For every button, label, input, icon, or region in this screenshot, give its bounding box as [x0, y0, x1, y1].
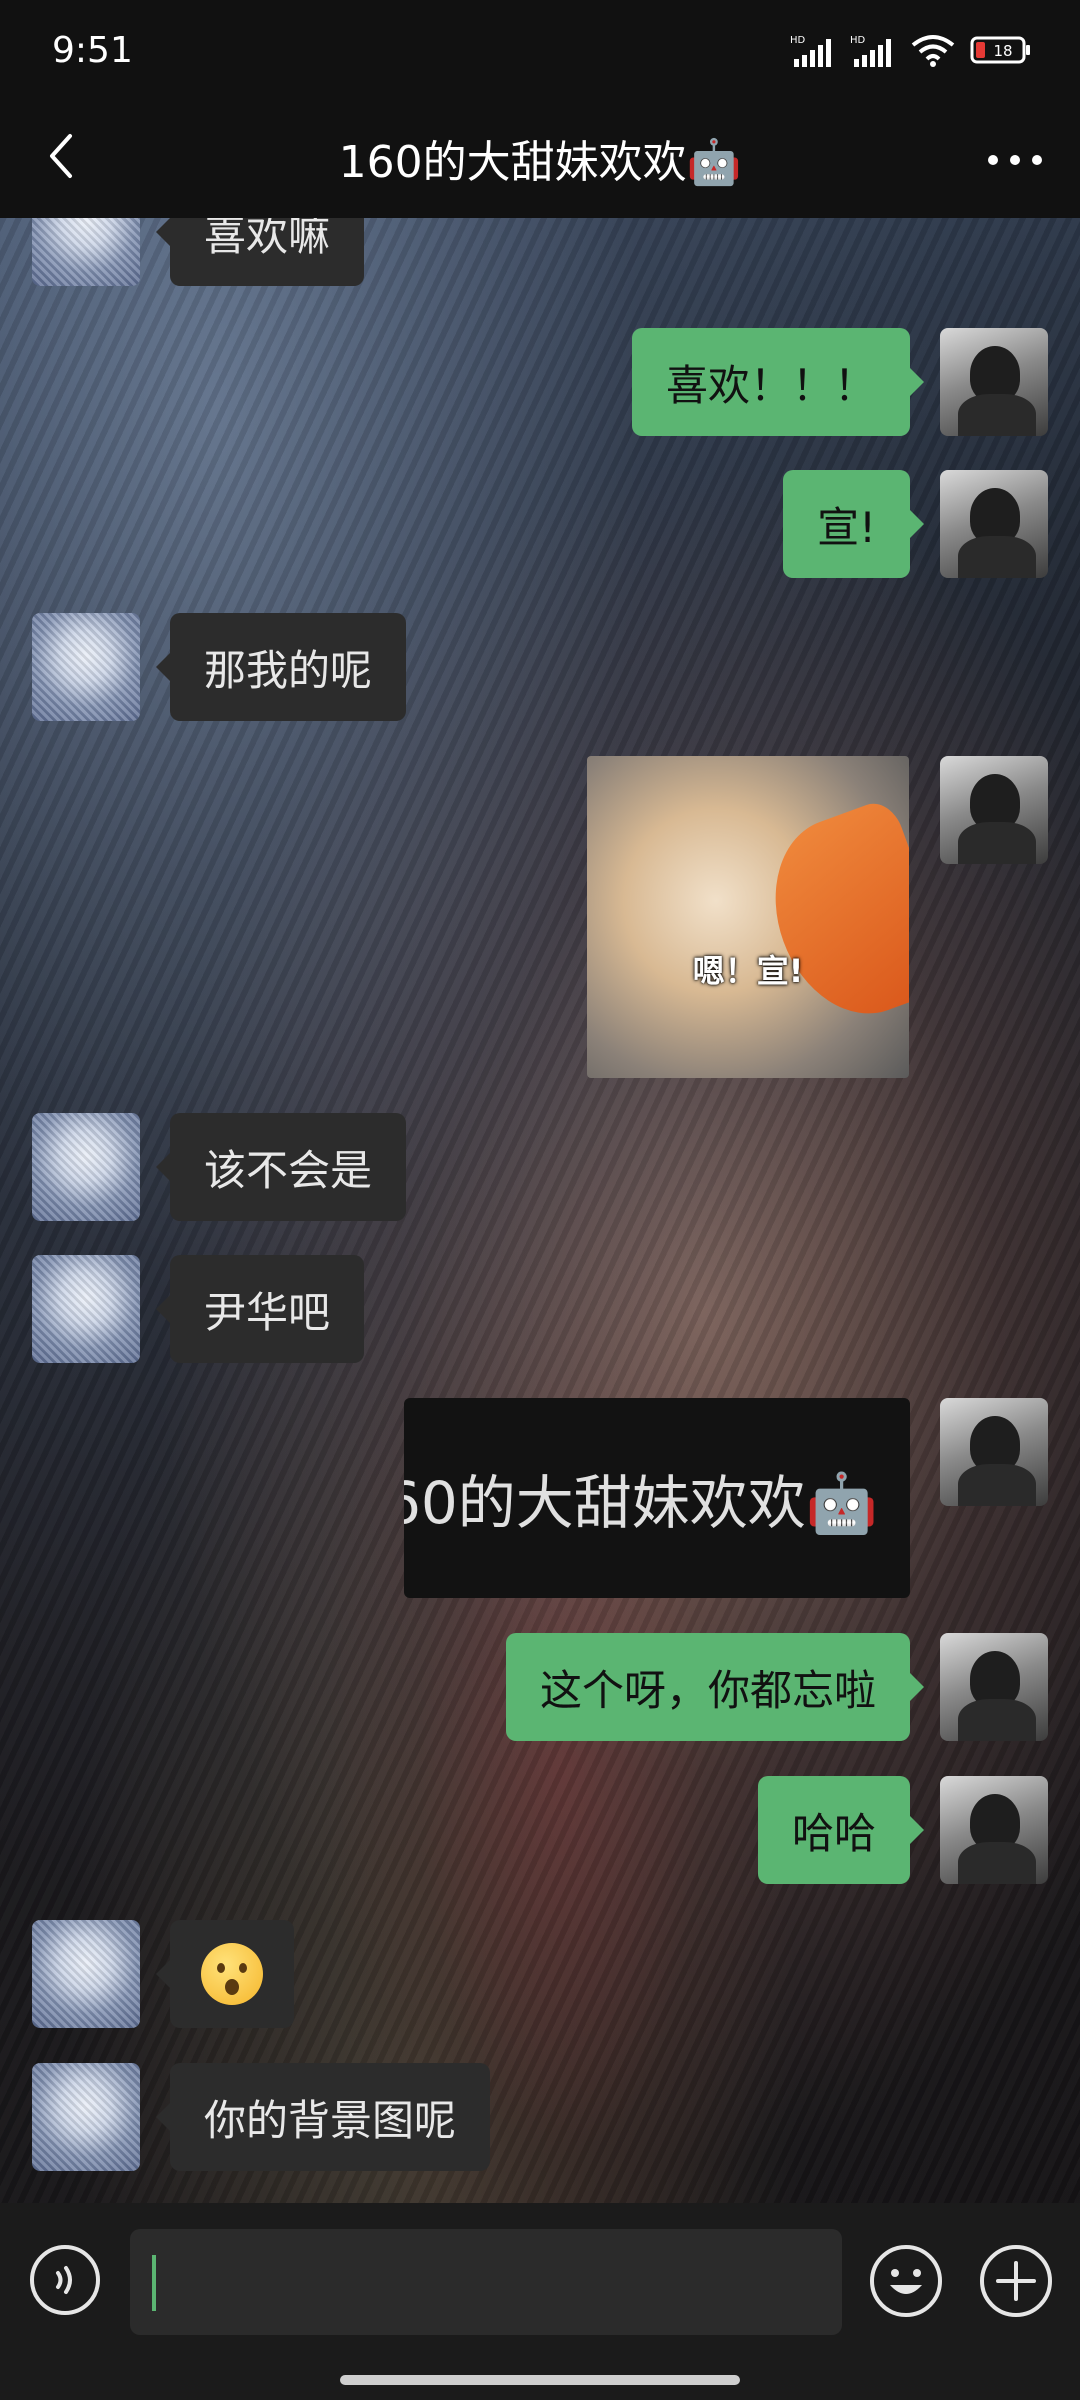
message-bubble[interactable]: 该不会是 — [155, 1113, 407, 1221]
message-bubble[interactable]: 哈哈 — [757, 1776, 925, 1884]
wifi-icon — [911, 35, 955, 67]
message-bubble[interactable]: 你的背景图呢 — [155, 2063, 491, 2171]
chat-header: 160的大甜妹欢欢🤖 — [0, 100, 1080, 218]
my-avatar[interactable] — [940, 1633, 1048, 1741]
battery-icon: 18 — [970, 36, 1030, 64]
status-time: 9:51 — [52, 29, 133, 71]
sticker-caption: 嗯！宣! — [692, 952, 804, 990]
contact-avatar[interactable] — [32, 218, 140, 286]
my-avatar[interactable] — [940, 1776, 1048, 1884]
text-caret — [152, 2255, 156, 2311]
emoji-icon[interactable] — [868, 2243, 944, 2319]
plus-icon[interactable] — [978, 2243, 1054, 2319]
contact-avatar[interactable] — [32, 613, 140, 721]
more-dots-icon[interactable] — [980, 130, 1050, 190]
message-bubble[interactable]: 喜欢嘛 — [155, 218, 365, 286]
contact-avatar[interactable] — [32, 2063, 140, 2171]
message-bubble[interactable]: 喜欢！！！ — [631, 328, 925, 436]
status-icons: HD HD 18 — [790, 33, 1032, 67]
voice-icon[interactable] — [28, 2243, 102, 2317]
astonished-face-icon — [201, 1943, 263, 2005]
my-avatar[interactable] — [940, 756, 1048, 864]
battery-level: 18 — [993, 42, 1012, 60]
emoji-message[interactable] — [156, 1920, 294, 2028]
message-bubble[interactable]: 这个呀，你都忘啦 — [505, 1633, 925, 1741]
chat-title: 160的大甜妹欢欢🤖 — [338, 137, 742, 188]
message-bubble[interactable]: 那我的呢 — [155, 613, 407, 721]
input-bar — [0, 2203, 1080, 2400]
home-indicator[interactable] — [340, 2375, 740, 2385]
hamster-sticker[interactable]: 嗯！宣! — [587, 756, 909, 1078]
message-input[interactable] — [130, 2229, 842, 2335]
my-avatar[interactable] — [940, 470, 1048, 578]
hd-signal-icon: HD — [790, 35, 831, 67]
message-bubble[interactable]: 宣! — [783, 470, 924, 578]
status-bar: 9:51 HD HD 18 — [0, 0, 1080, 100]
contact-avatar[interactable] — [32, 1920, 140, 2028]
contact-avatar[interactable] — [32, 1255, 140, 1363]
svg-text:HD: HD — [790, 35, 806, 46]
svg-text:HD: HD — [850, 35, 866, 46]
hd-signal-icon: HD — [850, 35, 891, 67]
message-bubble[interactable]: 尹华吧 — [155, 1255, 365, 1363]
image-message[interactable]: 60的大甜妹欢欢🤖 — [404, 1398, 910, 1598]
my-avatar[interactable] — [940, 328, 1048, 436]
carrot-shape — [749, 796, 909, 1036]
message-list[interactable]: 喜欢嘛 喜欢！！！ 宣! 那我的呢 嗯！宣! 该不会是 尹华吧 60的大甜妹欢欢… — [0, 218, 1080, 2203]
my-avatar[interactable] — [940, 1398, 1048, 1506]
contact-avatar[interactable] — [32, 1113, 140, 1221]
image-message-text: 60的大甜妹欢欢🤖 — [404, 1469, 879, 1537]
